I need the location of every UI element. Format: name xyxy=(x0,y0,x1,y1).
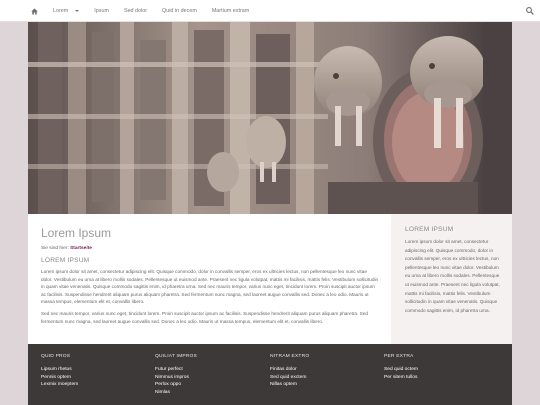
content-area: Lorem Ipsum Sie sind hier: Startseite LO… xyxy=(28,214,512,344)
footer-column-per-extra: PER EXTRA Sed quid octem Per sitem tullo… xyxy=(384,354,494,381)
top-navigation: Lorem Ipsum Sed dolor Quid in decem Mart… xyxy=(0,0,540,22)
footer-column-title: QUILIAT IMPROS xyxy=(155,354,198,359)
main-column: Lorem Ipsum Sie sind hier: Startseite LO… xyxy=(28,214,391,344)
footer-link[interactable]: Lexmix moeptem xyxy=(41,381,151,389)
footer-link[interactable]: Perlox oppo xyxy=(155,381,265,389)
nav-item-martium-extram[interactable]: Martium extram xyxy=(212,0,249,22)
hero-image xyxy=(28,22,512,214)
paragraph: Sed nec mauris tempor, varius nunc eget,… xyxy=(41,310,368,324)
page-title: Lorem Ipsum xyxy=(41,226,112,240)
search-icon[interactable] xyxy=(525,6,535,16)
nav-item-lorem[interactable]: Lorem xyxy=(53,0,80,22)
footer: QUID PROS Lipsum rhetus Pennis optem Lex… xyxy=(28,344,512,405)
footer-column-nitram-extro: NITRAM EXTRO Finitas dolor Sed quid exct… xyxy=(270,354,380,389)
breadcrumb: Sie sind hier: Startseite xyxy=(41,246,379,251)
footer-link[interactable]: Sed quid exctem xyxy=(270,374,380,382)
chevron-down-icon xyxy=(75,10,80,12)
nav-item-label: Lorem xyxy=(53,8,69,14)
footer-column-title: PER EXTRA xyxy=(384,354,414,359)
nav-item-ipsum[interactable]: Ipsum xyxy=(94,0,109,22)
footer-link[interactable]: Pennis optem xyxy=(41,374,151,382)
nav-item-sed-dolor[interactable]: Sed dolor xyxy=(124,0,147,22)
sidebar-heading: LOREM IPSUM xyxy=(405,226,454,233)
breadcrumb-link-home[interactable]: Startseite xyxy=(70,246,92,251)
section-heading: LOREM IPSUM xyxy=(41,257,90,264)
sidebar: LOREM IPSUM Lorem ipsum dolor sit amet, … xyxy=(391,214,512,344)
footer-link[interactable]: Per sitem tullos xyxy=(384,374,494,382)
breadcrumb-prefix: Sie sind hier: xyxy=(41,246,71,251)
footer-link[interactable]: Finitas dolor xyxy=(270,366,380,374)
footer-link[interactable]: Sed quid octem xyxy=(384,366,494,374)
footer-link[interactable]: Nillas optem xyxy=(270,381,380,389)
footer-column-title: QUID PROS xyxy=(41,354,71,359)
paragraph: Lorem ipsum dolor sit amet, consectetur … xyxy=(41,269,379,305)
footer-link[interactable]: Futur perfect xyxy=(155,366,265,374)
home-icon[interactable] xyxy=(28,0,41,22)
footer-link[interactable]: Nimmus impros xyxy=(155,374,265,382)
nav-item-quid-in-decem[interactable]: Quid in decem xyxy=(162,0,197,22)
nav-bar: Lorem Ipsum Sed dolor Quid in decem Mart… xyxy=(28,0,512,22)
footer-column-quid-pros: QUID PROS Lipsum rhetus Pennis optem Lex… xyxy=(41,354,151,389)
sidebar-text: Lorem ipsum dolor sit amet, consectetur … xyxy=(405,239,500,313)
footer-link[interactable]: Lipsum rhetus xyxy=(41,366,151,374)
footer-link[interactable]: Nimlas xyxy=(155,389,265,397)
footer-column-title: NITRAM EXTRO xyxy=(270,354,310,359)
footer-column-quiliat-impros: QUILIAT IMPROS Futur perfect Nimmus impr… xyxy=(155,354,265,396)
